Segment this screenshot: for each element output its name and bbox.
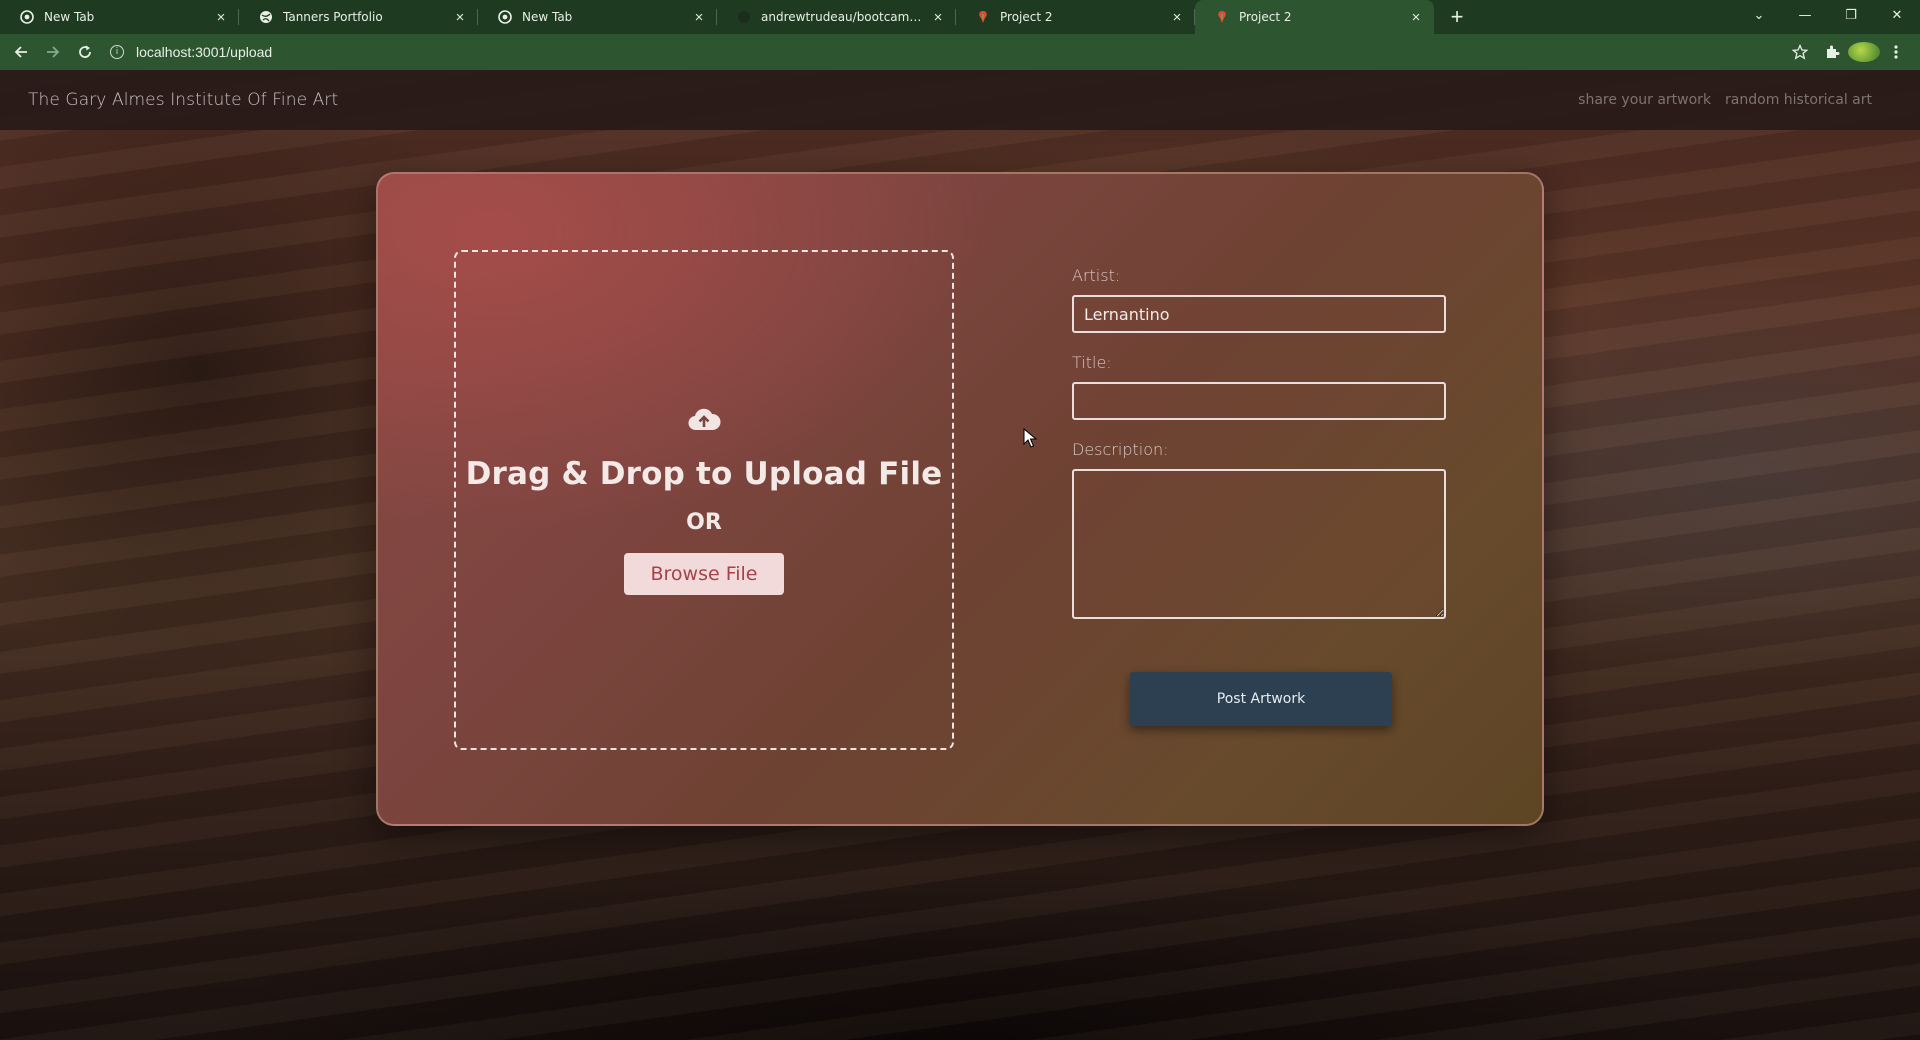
title-field[interactable]	[1072, 382, 1446, 420]
browser-tab[interactable]: New Tab ×	[0, 0, 239, 34]
artist-label: Artist:	[1072, 266, 1121, 285]
tab-title: andrewtrudeau/bootcamp-proje	[761, 10, 924, 24]
close-icon[interactable]: ×	[452, 9, 468, 26]
browser-toolbar: i localhost:3001/upload	[0, 34, 1920, 70]
forward-icon[interactable]	[40, 39, 66, 65]
tab-search-icon[interactable]: ⌄	[1736, 8, 1782, 23]
bookmark-star-icon[interactable]	[1784, 44, 1816, 60]
tab-title: New Tab	[522, 10, 573, 24]
close-icon[interactable]: ×	[1408, 9, 1424, 26]
dropzone-title: Drag & Drop to Upload File	[465, 455, 943, 492]
window-controls: ⌄ — ❐ ✕	[1736, 0, 1920, 30]
mouse-cursor-icon	[1023, 428, 1037, 448]
artwork-form: Artist: Title: Description:	[1072, 266, 1448, 639]
description-field[interactable]	[1072, 469, 1446, 619]
browser-tab[interactable]: Tanners Portfolio ×	[239, 0, 478, 34]
minimize-icon[interactable]: —	[1782, 8, 1828, 23]
rose-icon	[976, 10, 990, 24]
extensions-icon[interactable]	[1816, 44, 1848, 60]
description-label: Description:	[1072, 440, 1169, 459]
dropzone-or: OR	[686, 509, 722, 535]
globe-icon	[259, 10, 273, 24]
artist-field[interactable]	[1072, 295, 1446, 333]
close-icon[interactable]: ×	[213, 9, 229, 26]
browse-file-button[interactable]: Browse File	[624, 552, 784, 595]
post-artwork-button[interactable]: Post Artwork	[1130, 672, 1392, 726]
browser-tab[interactable]: Project 2 ×	[956, 0, 1195, 34]
browser-tab[interactable]: New Tab ×	[478, 0, 717, 34]
site-navbar: The Gary Almes Institute Of Fine Art sha…	[0, 70, 1920, 130]
file-dropzone[interactable]: Drag & Drop to Upload File OR Browse Fil…	[454, 250, 954, 750]
tab-title: Tanners Portfolio	[283, 10, 383, 24]
chrome-icon	[20, 10, 34, 24]
profile-avatar[interactable]	[1848, 42, 1880, 62]
back-icon[interactable]	[8, 39, 34, 65]
nav-link-share-artwork[interactable]: share your artwork	[1578, 92, 1711, 108]
close-icon[interactable]: ×	[930, 9, 946, 26]
close-icon[interactable]: ×	[691, 9, 707, 26]
address-bar[interactable]: i localhost:3001/upload	[110, 38, 1784, 66]
restore-icon[interactable]: ❐	[1828, 8, 1874, 23]
tab-title: Project 2	[1000, 10, 1053, 24]
url-text: localhost:3001/upload	[136, 44, 273, 60]
close-window-icon[interactable]: ✕	[1874, 8, 1920, 23]
chrome-icon	[498, 10, 512, 24]
site-info-icon[interactable]: i	[110, 45, 124, 59]
reload-icon[interactable]	[72, 39, 98, 65]
browser-tab-active[interactable]: Project 2 ×	[1195, 0, 1434, 34]
title-label: Title:	[1072, 353, 1112, 372]
github-icon	[737, 10, 751, 24]
page-content: The Gary Almes Institute Of Fine Art sha…	[0, 70, 1920, 1040]
menu-icon[interactable]	[1880, 44, 1912, 60]
browser-tab-strip: New Tab × Tanners Portfolio × New Tab × …	[0, 0, 1920, 34]
upload-card: Drag & Drop to Upload File OR Browse Fil…	[376, 172, 1544, 826]
close-icon[interactable]: ×	[1169, 9, 1185, 26]
new-tab-button[interactable]: +	[1440, 0, 1474, 34]
site-nav-links: share your artwork random historical art	[1578, 92, 1872, 108]
browser-tab[interactable]: andrewtrudeau/bootcamp-proje ×	[717, 0, 956, 34]
cloud-upload-icon	[687, 406, 721, 432]
tab-title: Project 2	[1239, 10, 1292, 24]
rose-icon	[1215, 10, 1229, 24]
tab-title: New Tab	[44, 10, 95, 24]
site-brand[interactable]: The Gary Almes Institute Of Fine Art	[28, 90, 338, 110]
nav-link-random-art[interactable]: random historical art	[1725, 92, 1872, 108]
